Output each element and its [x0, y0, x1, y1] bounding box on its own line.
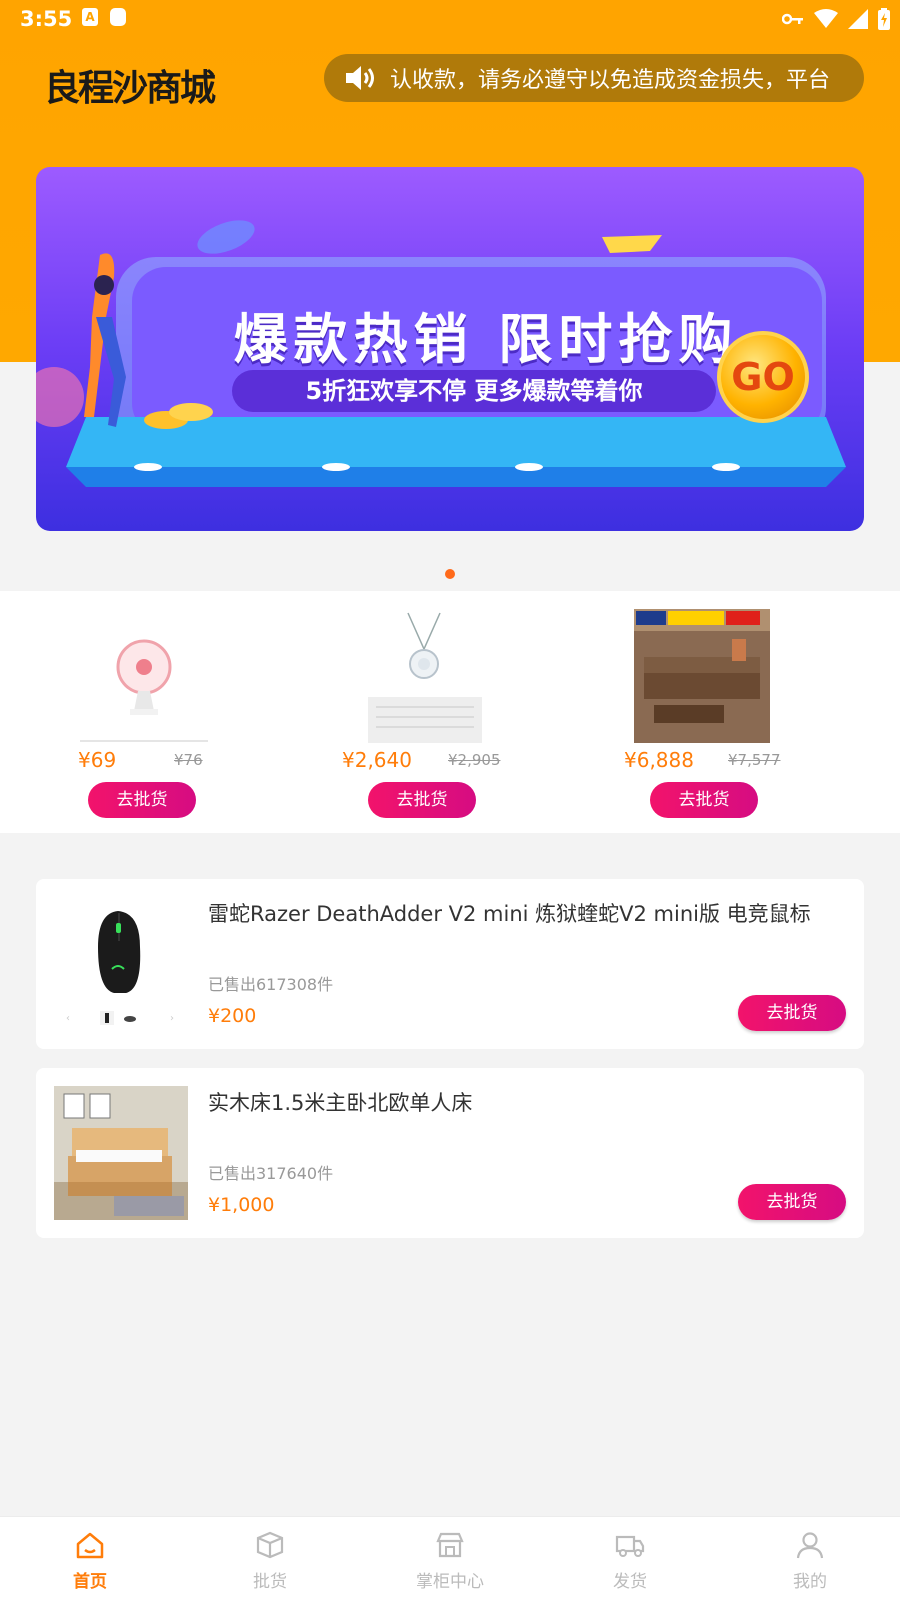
carousel-indicator — [445, 569, 455, 579]
tab-shipping[interactable]: 发货 — [540, 1517, 720, 1600]
app-logo: 良程沙商城 — [44, 62, 216, 109]
product-image-necklace — [368, 609, 482, 743]
sold-count: 已售出617308件 — [208, 975, 334, 994]
wifi-icon — [814, 9, 838, 28]
wholesale-button[interactable]: 去批货 — [738, 995, 846, 1031]
list-item[interactable]: ‹ › 雷蛇Razer DeathAdder V2 mini 炼狱蝰蛇V2 mi… — [36, 879, 864, 1049]
list-item[interactable]: 实木床1.5米主卧北欧单人床 已售出317640件 ¥1,000 去批货 — [36, 1068, 864, 1238]
notification-app-icon — [110, 8, 126, 26]
product-image-mouse: ‹ › — [54, 897, 188, 1031]
tab-wholesale[interactable]: 批货 — [180, 1517, 360, 1600]
tab-label: 发货 — [613, 1572, 647, 1592]
featured-products: ¥69 ¥76 去批货 ¥2,640 ¥2,905 去批货 ¥6,888 ¥7,… — [0, 591, 900, 833]
product-price: ¥6,888 — [624, 748, 694, 772]
product-image-fan — [76, 609, 212, 743]
product-old-price: ¥7,577 — [728, 751, 781, 769]
speaker-icon — [346, 66, 374, 90]
wholesale-button[interactable]: 去批货 — [650, 782, 758, 818]
product-price: ¥69 — [78, 748, 117, 772]
tab-label: 掌柜中心 — [416, 1572, 484, 1592]
banner-title: 爆款热销 限时抢购 — [233, 308, 739, 371]
store-icon — [436, 1532, 464, 1558]
wholesale-button[interactable]: 去批货 — [368, 782, 476, 818]
product-price: ¥1,000 — [208, 1194, 275, 1216]
tab-home[interactable]: 首页 — [0, 1517, 180, 1600]
svg-text:›: › — [170, 1013, 174, 1024]
status-bar: 3:55 A — [0, 0, 900, 36]
vpn-key-icon — [782, 13, 803, 25]
user-icon — [796, 1532, 824, 1559]
featured-product-card[interactable]: ¥2,640 ¥2,905 去批货 — [342, 591, 562, 833]
truck-icon — [615, 1535, 645, 1557]
product-image-bed — [54, 1086, 188, 1220]
featured-product-card[interactable]: ¥69 ¥76 去批货 — [72, 591, 292, 833]
home-icon — [76, 1532, 104, 1559]
wholesale-button[interactable]: 去批货 — [738, 1184, 846, 1220]
product-price: ¥2,640 — [342, 748, 412, 772]
banner-subtitle: 5折狂欢享不停 更多爆款等着你 — [232, 370, 716, 412]
product-image-sofa — [634, 609, 770, 743]
logo-text: 良程沙商城 — [44, 67, 216, 109]
svg-text:‹: ‹ — [66, 1013, 70, 1024]
signal-icon — [848, 9, 868, 29]
tab-label: 我的 — [793, 1572, 827, 1592]
notice-text: 认收款，请务必遵守以免造成资金损失，平台 — [390, 68, 831, 93]
notice-marquee[interactable]: 认收款，请务必遵守以免造成资金损失，平台 — [324, 54, 864, 102]
product-price: ¥200 — [208, 1005, 257, 1027]
wholesale-button[interactable]: 去批货 — [88, 782, 196, 818]
product-old-price: ¥76 — [174, 751, 203, 769]
product-old-price: ¥2,905 — [448, 751, 501, 769]
tab-shopkeeper-center[interactable]: 掌柜中心 — [360, 1517, 540, 1600]
product-title: 实木床1.5米主卧北欧单人床 — [208, 1091, 473, 1115]
status-time: 3:55 — [20, 7, 73, 31]
sold-count: 已售出317640件 — [208, 1164, 334, 1183]
tab-label: 首页 — [73, 1572, 107, 1592]
battery-icon — [878, 8, 890, 30]
bottom-tab-bar: 首页 批货 掌柜中心 发货 我的 — [0, 1516, 900, 1600]
banner-go-button[interactable]: GO — [717, 331, 809, 423]
box-icon — [256, 1531, 284, 1559]
product-title: 雷蛇Razer DeathAdder V2 mini 炼狱蝰蛇V2 mini版 … — [208, 902, 811, 926]
tab-label: 批货 — [253, 1572, 287, 1592]
promo-banner[interactable]: 爆款热销 限时抢购 5折狂欢享不停 更多爆款等着你 GO — [36, 167, 864, 531]
notification-a-icon: A — [82, 8, 98, 26]
featured-product-card[interactable]: ¥6,888 ¥7,577 去批货 — [622, 591, 842, 833]
tab-mine[interactable]: 我的 — [720, 1517, 900, 1600]
